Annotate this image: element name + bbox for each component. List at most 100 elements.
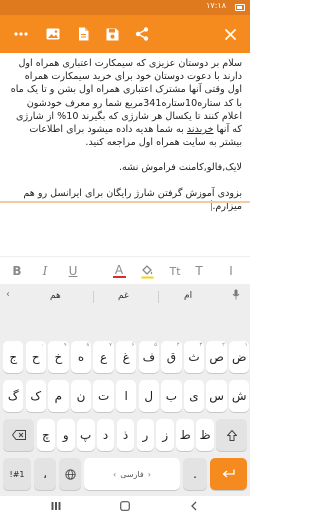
suggestion-word[interactable]: غم (118, 291, 129, 301)
key-label: ن (76, 389, 86, 403)
bold-button[interactable]: B (8, 261, 26, 281)
chevron-left-icon[interactable]: ‹ (6, 289, 10, 300)
navigation-bar (0, 496, 250, 517)
key[interactable]: ز (156, 419, 175, 451)
paragraph: بزودی آموزش گرفتن شارژ رایگان برای ایران… (10, 187, 242, 213)
key[interactable]: ظ (196, 419, 214, 451)
suggestion-word[interactable]: هم (50, 291, 61, 301)
status-bar: ۱۷:۱۸ (0, 0, 250, 15)
key-label: د (102, 428, 109, 442)
key[interactable]: غ۶ (116, 341, 137, 373)
key-hint: ۰ (41, 342, 44, 348)
italic-button[interactable]: I (36, 261, 54, 281)
key[interactable]: ح۰ (25, 341, 46, 373)
symbols-key[interactable]: !#1 (3, 458, 31, 490)
key[interactable]: ن (70, 380, 92, 412)
key-hint: ۸ (86, 342, 90, 348)
space-label: فارسی (120, 469, 144, 479)
font-size-button[interactable]: Tt (166, 261, 184, 281)
key[interactable]: گ (3, 380, 24, 412)
key[interactable]: ف۵ (138, 341, 159, 373)
key[interactable]: ب (161, 380, 182, 412)
key[interactable]: ث۳ (183, 341, 205, 373)
shift-key[interactable] (216, 419, 247, 451)
key[interactable]: ق۴ (161, 341, 182, 373)
enter-key[interactable] (210, 458, 247, 490)
key-label: ش (231, 389, 247, 403)
mic-icon[interactable] (232, 289, 240, 303)
save-icon[interactable] (101, 23, 123, 45)
close-icon[interactable] (219, 23, 241, 45)
key-hint: ۷ (109, 342, 112, 348)
comma-label: ، (43, 467, 47, 481)
back-icon[interactable] (186, 499, 202, 513)
clear-format-button[interactable]: I (222, 261, 240, 281)
text-color-button[interactable]: A (110, 261, 128, 281)
key-label: ب (165, 389, 178, 403)
paragraph-text: لایک,فالو,کامنت فراموش نشه. (118, 162, 242, 174)
fill-color-icon[interactable] (138, 261, 156, 281)
share-icon[interactable] (131, 23, 153, 45)
period-key[interactable]: . (183, 458, 207, 490)
key[interactable]: ض۱ (229, 341, 250, 373)
suggestion-word[interactable]: ام (184, 291, 192, 301)
key[interactable]: ع۷ (93, 341, 114, 373)
key-label: و (62, 428, 69, 442)
underline-button[interactable]: U (64, 261, 82, 281)
key[interactable]: ط (176, 419, 195, 451)
key-label: ف (142, 350, 156, 364)
key-label: ع (100, 350, 108, 364)
key[interactable]: ص۲ (206, 341, 227, 373)
key[interactable]: ه۸ (70, 341, 92, 373)
key[interactable]: خ۹ (48, 341, 69, 373)
comma-key[interactable]: ، (34, 458, 56, 490)
key[interactable]: پ (76, 419, 95, 451)
space-key[interactable]: ‹ فارسی › (84, 458, 180, 490)
key[interactable]: چ (37, 419, 55, 451)
file-icon[interactable] (72, 23, 94, 45)
key-label: ص (209, 350, 224, 364)
key[interactable]: م (48, 380, 69, 412)
keyboard: ‹ هم غم ام !#1 ، ‹ فارسی › . ض۱ص۲ث۳ق۴ف۵غ… (0, 284, 250, 496)
key-label: ض (231, 350, 247, 364)
bold-label: B (12, 264, 22, 278)
more-icon[interactable] (10, 23, 32, 45)
key-label: غ (122, 350, 130, 364)
key[interactable]: ت (93, 380, 114, 412)
period-label: . (193, 467, 197, 481)
globe-key[interactable] (59, 458, 81, 490)
key-label: چ (42, 428, 50, 442)
key[interactable]: ر (136, 419, 155, 451)
key-hint: ۲ (222, 342, 225, 348)
editor-content[interactable]: سلام بر دوستان عزیزی که سیمکارت اعتباری … (10, 57, 242, 225)
key-label: ح (31, 350, 40, 364)
key[interactable]: ا (116, 380, 137, 412)
key-hint: ۴ (176, 342, 180, 348)
image-icon[interactable] (42, 23, 64, 45)
key-label: خ (54, 350, 63, 364)
backspace-key[interactable] (3, 419, 34, 451)
key[interactable]: ی (183, 380, 205, 412)
key[interactable]: ج (3, 341, 24, 373)
key[interactable]: ل (138, 380, 159, 412)
key-label: ث (188, 350, 200, 364)
symbols-label: !#1 (9, 469, 25, 479)
home-icon[interactable] (117, 499, 133, 513)
battery-icon (229, 3, 245, 12)
text-style-button[interactable]: T (190, 261, 208, 281)
chevron-left-icon: ‹ (113, 469, 117, 479)
key-label: پ (80, 428, 92, 442)
key[interactable]: ک (25, 380, 46, 412)
key[interactable]: ذ (116, 419, 135, 451)
text-color-swatch (112, 276, 126, 278)
recent-apps-icon[interactable] (48, 499, 64, 513)
key[interactable]: س (206, 380, 227, 412)
key[interactable]: د (96, 419, 115, 451)
key[interactable]: و (56, 419, 75, 451)
key-hint: ۳ (199, 342, 203, 348)
key[interactable]: ش (229, 380, 250, 412)
text-editor[interactable]: سلام بر دوستان عزیزی که سیمکارت اعتباری … (0, 53, 250, 253)
key-label: ل (144, 389, 154, 403)
paragraph: سلام بر دوستان عزیزی که سیمکارت اعتباری … (10, 57, 242, 149)
format-toolbar: B I U A Tt T I (0, 256, 250, 284)
